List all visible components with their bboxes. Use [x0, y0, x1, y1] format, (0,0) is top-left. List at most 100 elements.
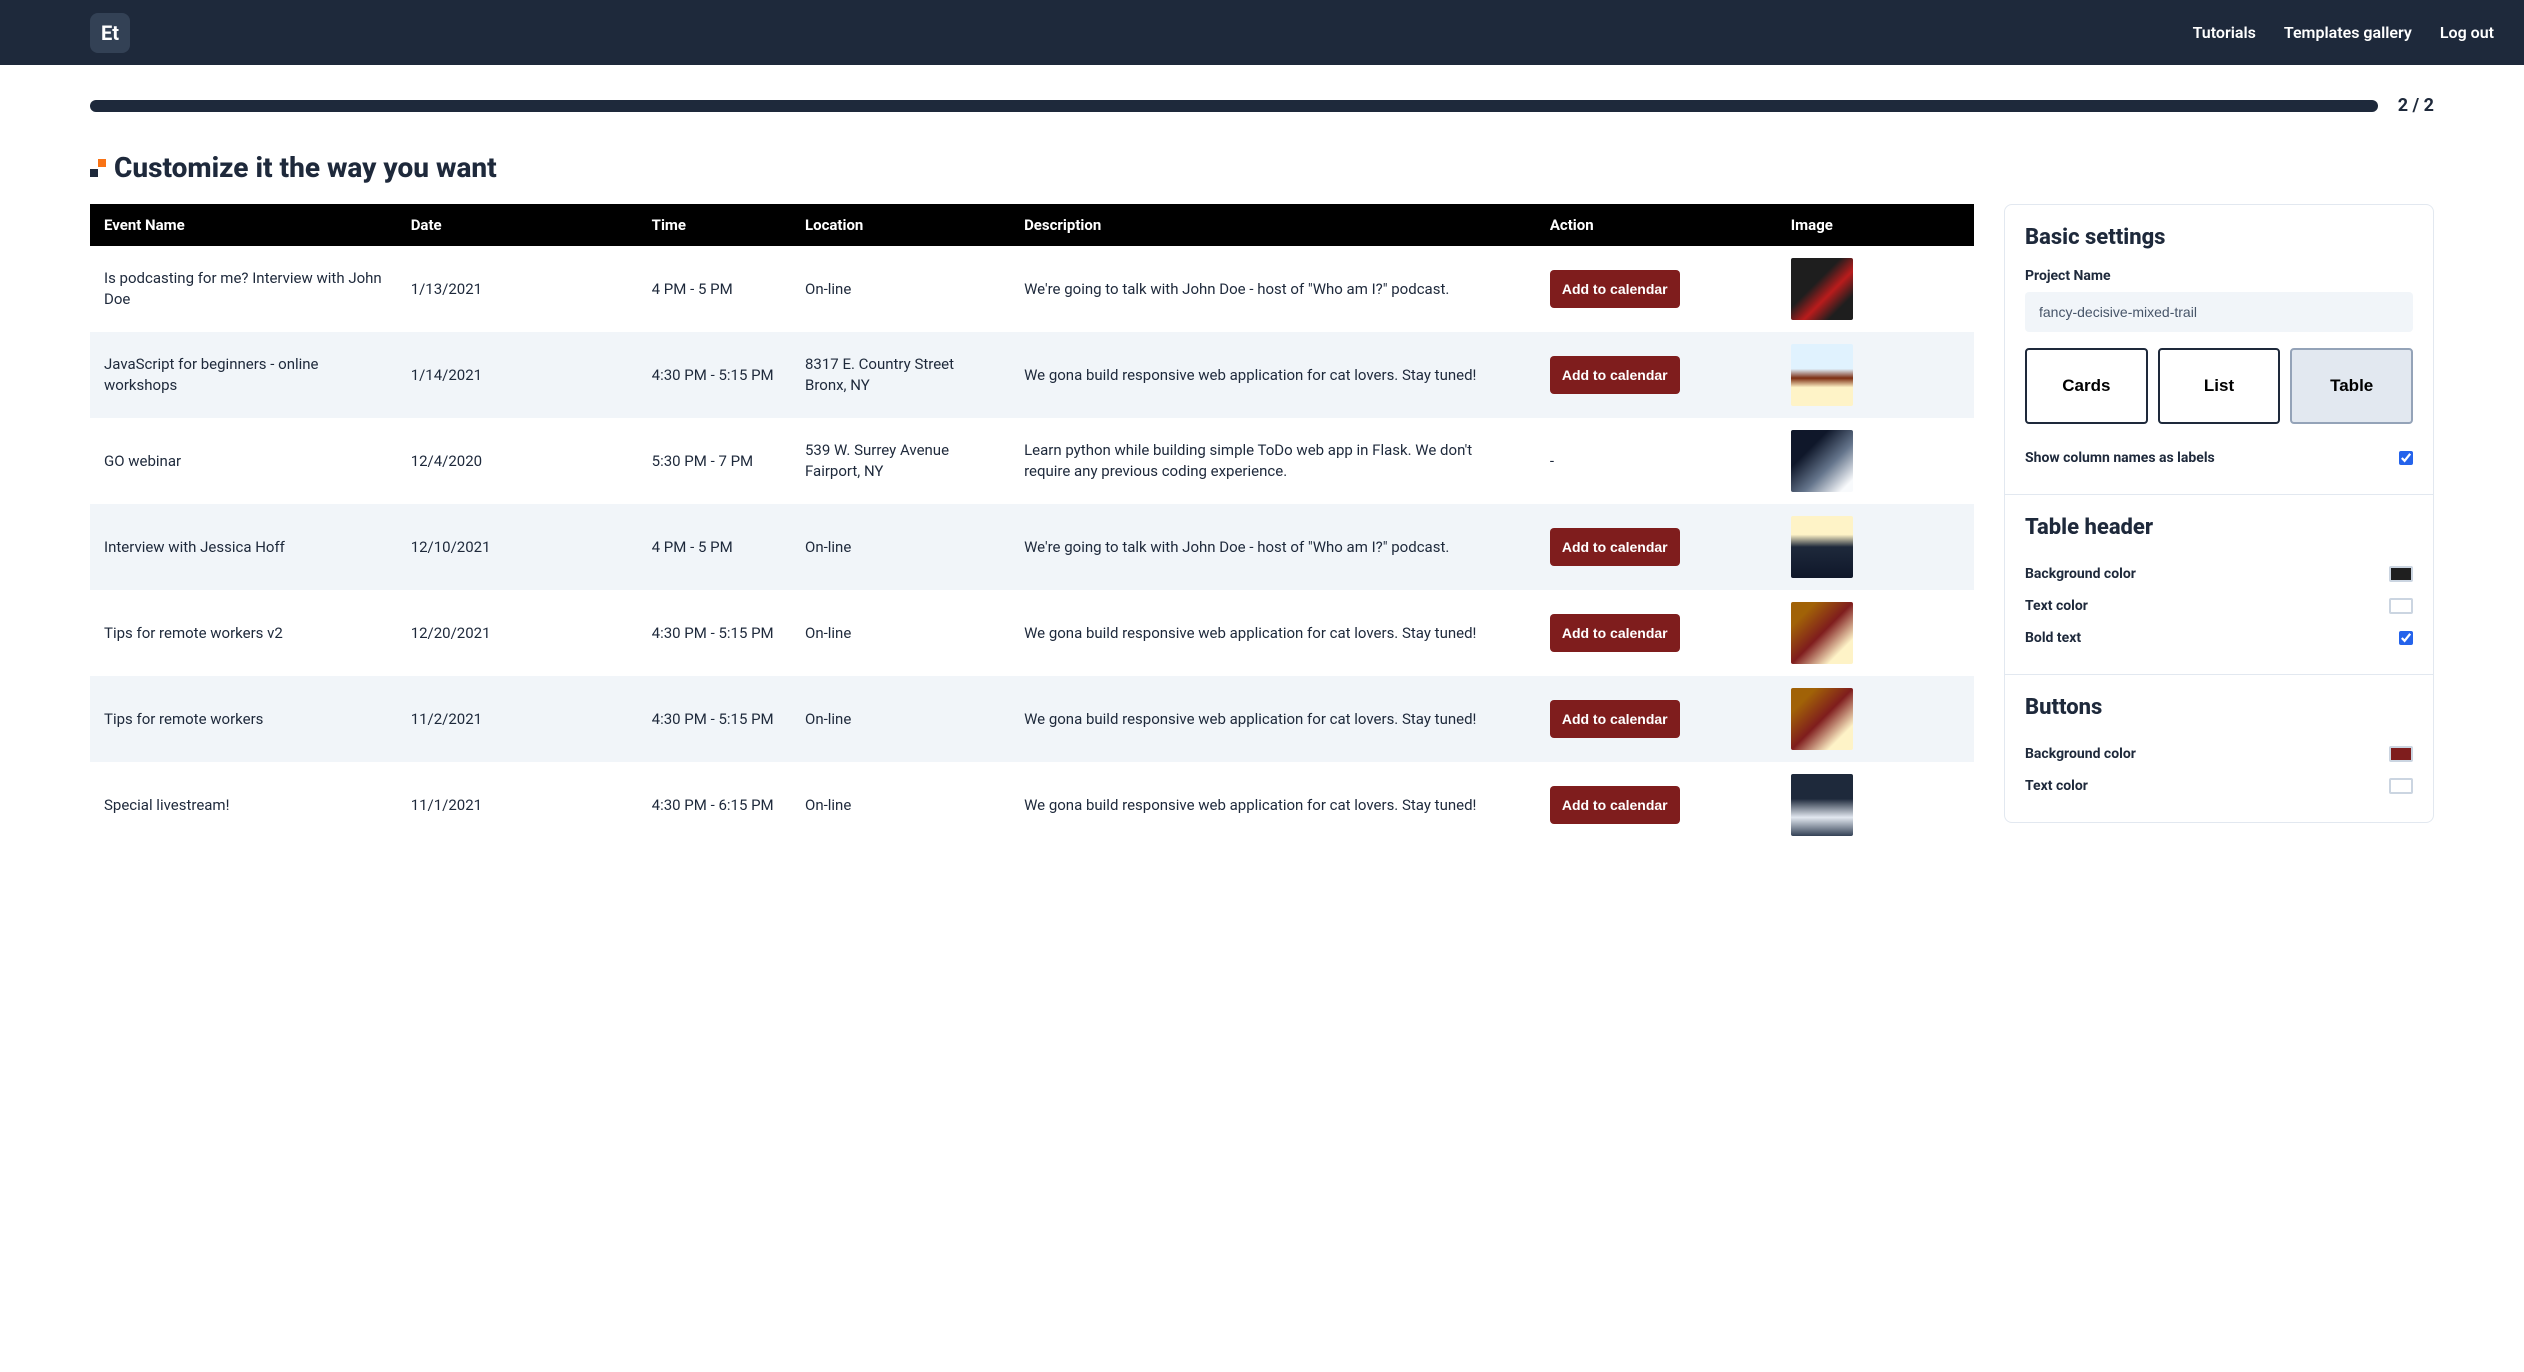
- events-table: Event Name Date Time Location Descriptio…: [90, 204, 1974, 848]
- section-buttons: Buttons Background color Text color: [2005, 675, 2433, 822]
- table-row: Interview with Jessica Hoff 12/10/2021 4…: [90, 504, 1974, 590]
- cell-action: Add to calendar: [1536, 504, 1777, 590]
- cell-event: Is podcasting for me? Interview with Joh…: [90, 246, 397, 332]
- th-bold-checkbox[interactable]: [2399, 631, 2413, 645]
- events-table-area: Event Name Date Time Location Descriptio…: [90, 204, 1974, 848]
- cell-location: 8317 E. Country Street Bronx, NY: [791, 332, 1010, 418]
- nav-link-logout[interactable]: Log out: [2440, 23, 2494, 42]
- th-event: Event Name: [90, 204, 397, 246]
- add-to-calendar-button[interactable]: Add to calendar: [1550, 786, 1680, 824]
- add-to-calendar-button[interactable]: Add to calendar: [1550, 356, 1680, 394]
- logo[interactable]: Et: [90, 13, 130, 53]
- progress-text: 2 / 2: [2398, 95, 2434, 116]
- cell-location: On-line: [791, 676, 1010, 762]
- cell-description: We're going to talk with John Doe - host…: [1010, 504, 1536, 590]
- th-action: Action: [1536, 204, 1777, 246]
- cell-description: We gona build responsive web application…: [1010, 762, 1536, 848]
- table-header-title: Table header: [2025, 515, 2413, 540]
- event-thumbnail: [1791, 774, 1853, 836]
- progress-row: 2 / 2: [90, 95, 2434, 116]
- cell-description: We gona build responsive web application…: [1010, 332, 1536, 418]
- cell-time: 4:30 PM - 6:15 PM: [638, 762, 791, 848]
- cell-image: [1777, 418, 1974, 504]
- add-to-calendar-button[interactable]: Add to calendar: [1550, 614, 1680, 652]
- nav-links: Tutorials Templates gallery Log out: [2193, 23, 2494, 42]
- view-list-button[interactable]: List: [2158, 348, 2281, 424]
- btn-text-swatch[interactable]: [2389, 778, 2413, 794]
- cell-date: 12/20/2021: [397, 590, 638, 676]
- show-column-label: Show column names as labels: [2025, 450, 2215, 466]
- cell-image: [1777, 590, 1974, 676]
- view-cards-button[interactable]: Cards: [2025, 348, 2148, 424]
- event-thumbnail: [1791, 602, 1853, 664]
- th-image: Image: [1777, 204, 1974, 246]
- cell-location: 539 W. Surrey Avenue Fairport, NY: [791, 418, 1010, 504]
- th-bg-swatch[interactable]: [2389, 566, 2413, 582]
- cell-description: We gona build responsive web application…: [1010, 590, 1536, 676]
- project-name-label: Project Name: [2025, 268, 2413, 284]
- cell-time: 4 PM - 5 PM: [638, 504, 791, 590]
- nav-link-tutorials[interactable]: Tutorials: [2193, 23, 2256, 42]
- show-column-checkbox[interactable]: [2399, 451, 2413, 465]
- cell-action: -: [1536, 418, 1777, 504]
- table-row: JavaScript for beginners - online worksh…: [90, 332, 1974, 418]
- btn-text-label: Text color: [2025, 778, 2088, 794]
- event-thumbnail: [1791, 516, 1853, 578]
- settings-sidebar: Basic settings Project Name Cards List T…: [2004, 204, 2434, 823]
- table-row: GO webinar 12/4/2020 5:30 PM - 7 PM 539 …: [90, 418, 1974, 504]
- event-thumbnail: [1791, 688, 1853, 750]
- cell-action: Add to calendar: [1536, 590, 1777, 676]
- cell-image: [1777, 676, 1974, 762]
- cell-description: We gona build responsive web application…: [1010, 676, 1536, 762]
- cell-time: 4:30 PM - 5:15 PM: [638, 332, 791, 418]
- th-bold-label: Bold text: [2025, 630, 2081, 646]
- navbar: Et Tutorials Templates gallery Log out: [0, 0, 2524, 65]
- th-bg-label: Background color: [2025, 566, 2136, 582]
- cell-date: 12/4/2020: [397, 418, 638, 504]
- th-text-swatch[interactable]: [2389, 598, 2413, 614]
- cell-event: GO webinar: [90, 418, 397, 504]
- cell-date: 11/2/2021: [397, 676, 638, 762]
- event-thumbnail: [1791, 344, 1853, 406]
- cell-action: Add to calendar: [1536, 676, 1777, 762]
- cell-event: JavaScript for beginners - online worksh…: [90, 332, 397, 418]
- table-row: Special livestream! 11/1/2021 4:30 PM - …: [90, 762, 1974, 848]
- cell-description: We're going to talk with John Doe - host…: [1010, 246, 1536, 332]
- event-thumbnail: [1791, 258, 1853, 320]
- view-table-button[interactable]: Table: [2290, 348, 2413, 424]
- cell-event: Interview with Jessica Hoff: [90, 504, 397, 590]
- cell-date: 11/1/2021: [397, 762, 638, 848]
- heading-marker-icon: [90, 159, 106, 177]
- cell-location: On-line: [791, 246, 1010, 332]
- table-row: Tips for remote workers v2 12/20/2021 4:…: [90, 590, 1974, 676]
- btn-bg-swatch[interactable]: [2389, 746, 2413, 762]
- add-to-calendar-button[interactable]: Add to calendar: [1550, 528, 1680, 566]
- cell-image: [1777, 504, 1974, 590]
- cell-action: Add to calendar: [1536, 762, 1777, 848]
- cell-time: 5:30 PM - 7 PM: [638, 418, 791, 504]
- th-location: Location: [791, 204, 1010, 246]
- cell-date: 12/10/2021: [397, 504, 638, 590]
- add-to-calendar-button[interactable]: Add to calendar: [1550, 270, 1680, 308]
- table-row: Is podcasting for me? Interview with Joh…: [90, 246, 1974, 332]
- cell-date: 1/14/2021: [397, 332, 638, 418]
- cell-action: Add to calendar: [1536, 246, 1777, 332]
- cell-location: On-line: [791, 504, 1010, 590]
- cell-date: 1/13/2021: [397, 246, 638, 332]
- nav-link-templates[interactable]: Templates gallery: [2284, 23, 2412, 42]
- buttons-title: Buttons: [2025, 695, 2413, 720]
- section-table-header: Table header Background color Text color…: [2005, 495, 2433, 675]
- table-row: Tips for remote workers 11/2/2021 4:30 P…: [90, 676, 1974, 762]
- cell-image: [1777, 332, 1974, 418]
- page-title: Customize it the way you want: [114, 151, 497, 184]
- add-to-calendar-button[interactable]: Add to calendar: [1550, 700, 1680, 738]
- project-name-input[interactable]: [2025, 292, 2413, 332]
- th-text-label: Text color: [2025, 598, 2088, 614]
- btn-bg-label: Background color: [2025, 746, 2136, 762]
- th-date: Date: [397, 204, 638, 246]
- section-basic-settings: Basic settings Project Name Cards List T…: [2005, 205, 2433, 495]
- table-header-row: Event Name Date Time Location Descriptio…: [90, 204, 1974, 246]
- th-description: Description: [1010, 204, 1536, 246]
- cell-event: Special livestream!: [90, 762, 397, 848]
- cell-time: 4 PM - 5 PM: [638, 246, 791, 332]
